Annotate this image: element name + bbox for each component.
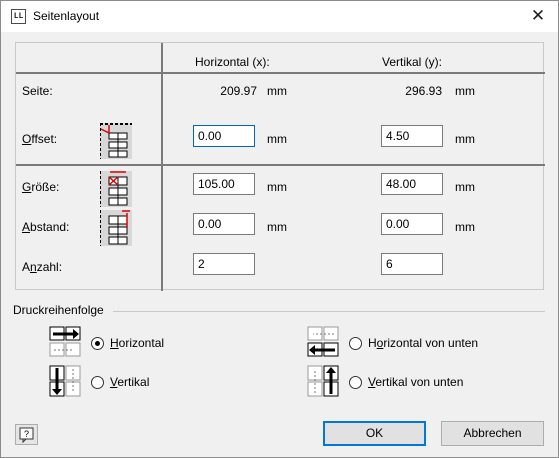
radio-hvu-label-h: H	[368, 336, 377, 350]
anzahl-x-input[interactable]: 2	[193, 253, 255, 275]
page-layout-dialog: LL Seitenlayout ✕ Horizontal (x): Vertik…	[0, 0, 559, 458]
radio-vertikal-indicator[interactable]	[91, 376, 104, 389]
help-icon: ?	[19, 427, 34, 444]
offset-label-rest: ffset:	[31, 132, 58, 146]
groesse-label: Größe:	[22, 180, 60, 194]
ok-button[interactable]: OK	[323, 421, 426, 446]
layout-panel: Horizontal (x): Vertikal (y): Seite: 209…	[15, 42, 545, 291]
unit-label: mm	[267, 220, 287, 234]
radio-vertikal-label-rest: ertikal	[117, 375, 150, 389]
radio-vertikal[interactable]: Vertikal	[91, 374, 251, 392]
close-icon[interactable]: ✕	[528, 7, 548, 27]
groesse-x-input[interactable]: 105.00	[193, 173, 255, 195]
anzahl-label-a: A	[22, 260, 31, 274]
radio-horizontal-indicator[interactable]	[91, 337, 104, 350]
window-title: Seitenlayout	[33, 9, 100, 23]
help-glyph: ?	[24, 429, 29, 439]
anzahl-label: Anzahl:	[22, 260, 63, 274]
unit-label: mm	[267, 84, 287, 98]
radio-vertikal-von-unten-indicator[interactable]	[349, 376, 362, 389]
cancel-button[interactable]: Abbrechen	[441, 421, 544, 446]
radio-vertikal-von-unten-label: Vertikal von unten	[368, 375, 464, 389]
unit-label: mm	[455, 220, 475, 234]
unit-label: mm	[455, 180, 475, 194]
horizontal-order-icon	[49, 326, 81, 357]
radio-horizontal-von-unten-label: Horizontal von unten	[368, 336, 479, 350]
radio-horizontal-von-unten[interactable]: Horizontal von unten	[349, 335, 529, 353]
groesse-y-input[interactable]: 48.00	[381, 173, 443, 195]
horizontal-from-bottom-icon	[307, 326, 339, 357]
seite-y-value: 296.93	[405, 84, 442, 98]
size-diagram-icon	[100, 171, 132, 207]
column-divider	[161, 43, 163, 291]
section-divider	[16, 164, 545, 166]
anzahl-label-rest: zahl:	[36, 260, 63, 274]
print-order-group-label: Druckreihenfolge	[13, 303, 104, 317]
vertical-from-bottom-icon	[307, 365, 339, 397]
radio-horizontal-label-rest: orizontal	[118, 336, 165, 350]
column-header-vertical: Vertikal (y):	[382, 55, 443, 69]
unit-label: mm	[267, 180, 287, 194]
abstand-y-input[interactable]: 0.00	[381, 213, 443, 235]
abstand-label-rest: bstand:	[30, 220, 70, 234]
offset-y-input[interactable]: 4.50	[381, 125, 443, 147]
radio-horizontal[interactable]: Horizontal	[91, 335, 251, 353]
unit-label: mm	[455, 84, 475, 98]
radio-horizontal-label: Horizontal	[110, 336, 165, 350]
unit-label: mm	[267, 132, 287, 146]
radio-vertikal-label: Vertikal	[110, 375, 150, 389]
column-header-horizontal: Horizontal (x):	[195, 55, 270, 69]
offset-diagram-icon	[100, 123, 132, 159]
vertical-order-icon	[49, 365, 81, 397]
group-divider	[113, 311, 545, 312]
radio-vvu-label-rest: ertikal von unten	[375, 375, 464, 389]
app-icon: LL	[11, 9, 26, 24]
radio-horizontal-von-unten-indicator[interactable]	[349, 337, 362, 350]
anzahl-y-input[interactable]: 6	[381, 253, 443, 275]
radio-vertikal-von-unten[interactable]: Vertikal von unten	[349, 374, 529, 392]
radio-hvu-label-rest: rizontal von unten	[383, 336, 479, 350]
title-bar: LL Seitenlayout ✕	[1, 1, 558, 32]
unit-label: mm	[455, 132, 475, 146]
help-button[interactable]: ?	[15, 424, 38, 445]
offset-label: Offset:	[22, 132, 58, 146]
groesse-label-rest: röße:	[31, 180, 60, 194]
seite-label: Seite:	[22, 84, 53, 98]
abstand-x-input[interactable]: 0.00	[193, 213, 255, 235]
seite-x-value: 209.97	[220, 84, 257, 98]
abstand-label: Abstand:	[22, 220, 70, 234]
header-divider	[16, 72, 545, 74]
spacing-diagram-icon	[100, 210, 132, 246]
offset-x-input[interactable]: 0.00	[193, 125, 255, 147]
